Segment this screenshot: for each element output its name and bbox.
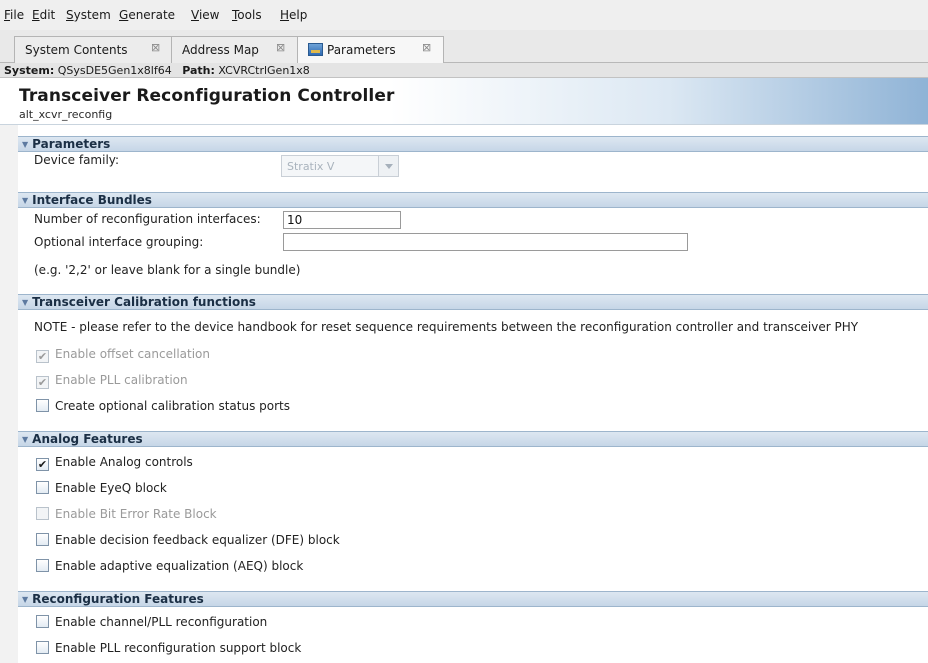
menu-generate-mnemonic: G (119, 8, 129, 22)
device-family-value: Stratix V (287, 160, 335, 173)
bit-error-rate-label: Enable Bit Error Rate Block (55, 507, 217, 521)
tab-parameters[interactable]: Parameters ⊠ (297, 36, 444, 64)
checkbox-unchecked-icon (36, 559, 49, 572)
section-parameters-title: Parameters (32, 137, 111, 151)
section-reconfiguration-title: Reconfiguration Features (32, 592, 204, 606)
menu-view[interactable]: View (191, 8, 219, 22)
num-interfaces-input[interactable]: 10 (283, 211, 401, 229)
tab-system-contents-label: System Contents (25, 43, 128, 57)
tab-address-map-label: Address Map (182, 43, 259, 57)
collapse-triangle-icon: ▼ (22, 435, 29, 444)
checkbox-unchecked-icon (36, 641, 49, 654)
aeq-block-label: Enable adaptive equalization (AEQ) block (55, 559, 304, 573)
collapse-triangle-icon: ▼ (22, 140, 29, 149)
calibration-status-ports-checkbox[interactable]: Create optional calibration status ports (36, 399, 290, 415)
device-family-select[interactable]: Stratix V (281, 155, 399, 177)
dfe-block-checkbox[interactable]: Enable decision feedback equalizer (DFE)… (36, 533, 340, 549)
dfe-block-label: Enable decision feedback equalizer (DFE)… (55, 533, 340, 547)
checkbox-checked-icon: ✔ (36, 350, 49, 363)
analog-controls-label: Enable Analog controls (55, 455, 193, 469)
tab-parameters-label: Parameters (327, 43, 396, 57)
menu-edit[interactable]: Edit (32, 8, 55, 22)
device-family-label: Device family: (34, 153, 120, 167)
section-reconfiguration-header[interactable]: ▼ Reconfiguration Features (18, 591, 928, 607)
component-subtitle: alt_xcvr_reconfig (19, 108, 113, 121)
menu-file[interactable]: File (4, 8, 24, 22)
tab-address-map-close-icon[interactable]: ⊠ (276, 41, 285, 54)
tab-system-contents-close-icon[interactable]: ⊠ (151, 41, 160, 54)
pll-reconfig-support-checkbox[interactable]: Enable PLL reconfiguration support block (36, 641, 301, 657)
section-interface-bundles-title: Interface Bundles (32, 193, 152, 207)
menu-help[interactable]: Help (280, 8, 307, 22)
interface-grouping-input[interactable] (283, 233, 688, 251)
pll-calibration-label: Enable PLL calibration (55, 373, 188, 387)
eyeq-block-checkbox[interactable]: Enable EyeQ block (36, 481, 167, 497)
num-interfaces-label: Number of reconfiguration interfaces: (34, 212, 261, 226)
collapse-triangle-icon: ▼ (22, 298, 29, 307)
channel-pll-reconfig-checkbox[interactable]: Enable channel/PLL reconfiguration (36, 615, 267, 631)
calibration-status-ports-label: Create optional calibration status ports (55, 399, 290, 413)
menu-edit-label: dit (39, 8, 56, 22)
collapse-triangle-icon: ▼ (22, 196, 29, 205)
section-analog-title: Analog Features (32, 432, 143, 446)
menu-generate[interactable]: Generate (119, 8, 175, 22)
system-path-bar: System: QSysDE5Gen1x8lf64 Path: XCVRCtrl… (0, 63, 928, 78)
section-calibration-header[interactable]: ▼ Transceiver Calibration functions (18, 294, 928, 310)
path-label: Path: (182, 64, 215, 77)
menu-view-mnemonic: V (191, 8, 199, 22)
menu-system[interactable]: System (66, 8, 111, 22)
menu-edit-mnemonic: E (32, 8, 40, 22)
channel-pll-reconfig-label: Enable channel/PLL reconfiguration (55, 615, 268, 629)
chevron-down-icon[interactable] (378, 156, 398, 176)
menu-generate-label: enerate (128, 8, 176, 22)
aeq-block-checkbox[interactable]: Enable adaptive equalization (AEQ) block (36, 559, 303, 575)
menu-bar: File Edit System Generate View Tools Hel… (0, 0, 928, 30)
analog-controls-checkbox[interactable]: ✔ Enable Analog controls (36, 455, 193, 471)
checkbox-unchecked-icon (36, 507, 49, 520)
checkbox-unchecked-icon (36, 615, 49, 628)
checkbox-unchecked-icon (36, 399, 49, 412)
pll-reconfig-support-label: Enable PLL reconfiguration support block (55, 641, 302, 655)
checkbox-checked-icon: ✔ (36, 458, 49, 471)
path-value: XCVRCtrlGen1x8 (218, 64, 310, 77)
interface-grouping-hint: (e.g. '2,2' or leave blank for a single … (34, 263, 301, 277)
checkbox-unchecked-icon (36, 533, 49, 546)
parameters-icon (308, 43, 323, 56)
offset-cancellation-checkbox[interactable]: ✔ Enable offset cancellation (36, 347, 210, 363)
offset-cancellation-label: Enable offset cancellation (55, 347, 210, 361)
menu-tools[interactable]: Tools (232, 8, 262, 22)
section-analog-header[interactable]: ▼ Analog Features (18, 431, 928, 447)
menu-view-label: iew (198, 8, 220, 22)
menu-help-label: elp (289, 8, 308, 22)
tab-bar: System Contents ⊠ Address Map ⊠ Paramete… (0, 30, 928, 64)
system-value: QSysDE5Gen1x8lf64 (57, 64, 172, 77)
menu-system-label: ystem (73, 8, 111, 22)
collapse-triangle-icon: ▼ (22, 595, 29, 604)
system-label: System: (4, 64, 55, 77)
component-title: Transceiver Reconfiguration Controller (19, 86, 395, 106)
component-header: Transceiver Reconfiguration Controller a… (0, 78, 928, 125)
section-interface-bundles-header[interactable]: ▼ Interface Bundles (18, 192, 928, 208)
menu-system-mnemonic: S (66, 8, 74, 22)
menu-tools-label: ools (237, 8, 262, 22)
tab-system-contents[interactable]: System Contents ⊠ (14, 36, 172, 63)
menu-file-label: ile (10, 8, 25, 22)
tab-parameters-close-icon[interactable]: ⊠ (422, 41, 431, 54)
checkbox-checked-icon: ✔ (36, 376, 49, 389)
eyeq-block-label: Enable EyeQ block (55, 481, 167, 495)
bit-error-rate-checkbox[interactable]: Enable Bit Error Rate Block (36, 507, 217, 523)
section-parameters-header[interactable]: ▼ Parameters (18, 136, 928, 152)
calibration-note: NOTE - please refer to the device handbo… (34, 320, 859, 334)
menu-help-mnemonic: H (280, 8, 290, 22)
section-calibration-title: Transceiver Calibration functions (32, 295, 256, 309)
pll-calibration-checkbox[interactable]: ✔ Enable PLL calibration (36, 373, 188, 389)
interface-grouping-label: Optional interface grouping: (34, 235, 204, 249)
checkbox-unchecked-icon (36, 481, 49, 494)
tab-address-map[interactable]: Address Map ⊠ (171, 36, 298, 63)
